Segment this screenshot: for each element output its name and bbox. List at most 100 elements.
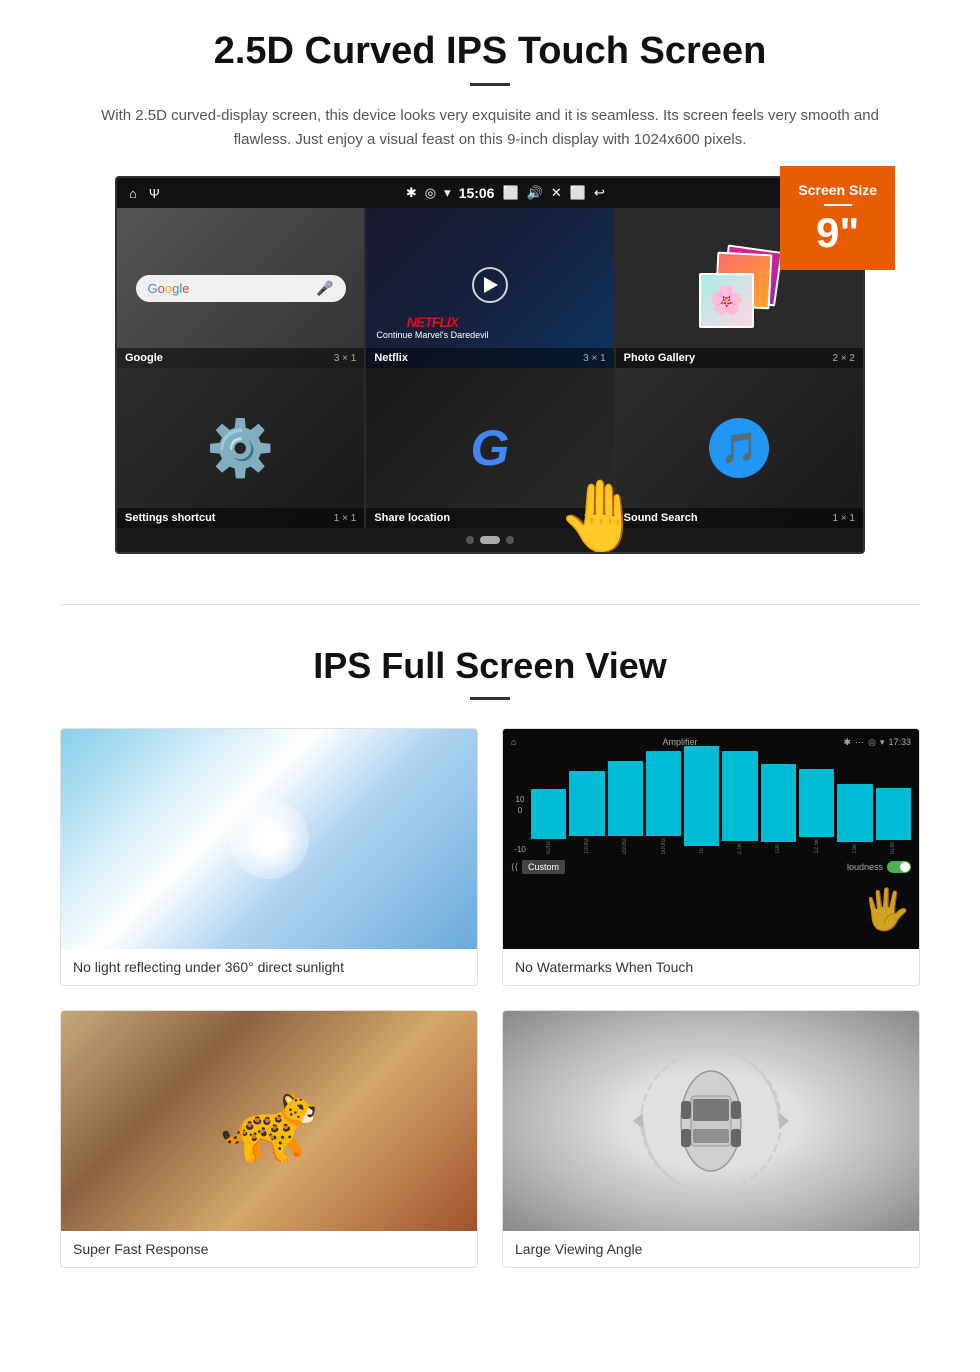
section1-description: With 2.5D curved-display screen, this de… <box>80 104 900 152</box>
badge-size: 9" <box>816 209 859 256</box>
eq-bar-8 <box>799 769 834 837</box>
settings-label-size: 1 × 1 <box>334 513 357 524</box>
eq-bar-2 <box>569 771 604 836</box>
netflix-app-cell[interactable]: NETFLIX Continue Marvel's Daredevil Netf… <box>366 208 613 368</box>
pagination-dots <box>117 528 863 552</box>
status-bar-left: ⌂ Ψ <box>129 186 160 201</box>
google-logo: Google <box>148 281 190 296</box>
close-icon[interactable]: ✕ <box>551 185 562 201</box>
eq-bar-6-label: 2.5k <box>737 843 743 854</box>
eq-bar-4-label: 500hz <box>661 838 667 854</box>
google-app-label: Google 3 × 1 <box>117 348 364 368</box>
cheetah-icon: 🐆 <box>219 1074 319 1168</box>
section-divider <box>60 604 920 605</box>
eq-bar-4-container: 500hz <box>646 751 681 854</box>
eq-bar-3-container: 200hz <box>608 761 643 854</box>
dot-2-active[interactable] <box>480 536 500 544</box>
eq-bar-5-container: 1k <box>684 746 719 854</box>
amp-dots-icon: ··· <box>855 737 864 748</box>
wifi-icon: ▾ <box>444 185 451 201</box>
google-app-inner: Google 🎤 <box>117 208 364 368</box>
eq-bar-3-label: 200hz <box>622 838 628 854</box>
eq-bar-2-label: 100hz <box>584 838 590 854</box>
amp-custom-btn[interactable]: Custom <box>522 860 565 874</box>
feature-amplifier: ⌂ Amplifier ✱ ··· ◎ ▾ 17:33 10 <box>502 728 920 986</box>
amp-screen: ⌂ Amplifier ✱ ··· ◎ ▾ 17:33 10 <box>503 729 919 949</box>
mic-icon[interactable]: 🎤 <box>316 280 333 297</box>
sound-label-size: 1 × 1 <box>832 513 855 524</box>
back-icon[interactable]: ↩ <box>594 185 605 201</box>
settings-app-cell[interactable]: ⚙️ Settings shortcut 1 × 1 <box>117 368 364 528</box>
amp-bluetooth-icon: ✱ <box>844 737 852 748</box>
settings-label-name: Settings shortcut <box>125 512 215 524</box>
window-icon[interactable]: ⬜ <box>570 185 586 201</box>
eq-bar-1 <box>531 789 566 839</box>
eq-bar-5-label: 1k <box>699 848 705 854</box>
sound-app-cell[interactable]: 🎵 Sound Search 1 × 1 <box>616 368 863 528</box>
sun-glow <box>229 799 309 879</box>
eq-bar-5 <box>684 746 719 846</box>
netflix-label-name: Netflix <box>374 352 408 364</box>
amp-time: 17:33 <box>888 737 911 748</box>
home-icon[interactable]: ⌂ <box>129 186 137 201</box>
section-ips: IPS Full Screen View No light reflecting… <box>0 635 980 1298</box>
dot-3[interactable] <box>506 536 514 544</box>
eq-bar-3 <box>608 761 643 836</box>
section2-title: IPS Full Screen View <box>60 645 920 687</box>
gallery-label-name: Photo Gallery <box>624 352 696 364</box>
gallery-photo-main: 🌸 <box>699 273 754 328</box>
eq-bar-9-label: 15k <box>852 844 858 854</box>
dot-1[interactable] <box>466 536 474 544</box>
sound-label-name: Sound Search <box>624 512 698 524</box>
share-label-name: Share location <box>374 512 450 524</box>
amp-wifi-icon: ▾ <box>880 737 885 748</box>
amp-home-icon: ⌂ <box>511 737 516 748</box>
amp-location-icon: ◎ <box>868 737 876 748</box>
feature-car: Large Viewing Angle <box>502 1010 920 1268</box>
volume-icon[interactable]: 🔊 <box>527 185 543 201</box>
netflix-play-button[interactable] <box>472 267 508 303</box>
google-app-cell[interactable]: Google 🎤 Google 3 × 1 <box>117 208 364 368</box>
amp-preset-area: ⟨⟨ Custom <box>511 860 565 874</box>
amplifier-image: ⌂ Amplifier ✱ ··· ◎ ▾ 17:33 10 <box>503 729 919 949</box>
eq-bar-10-label: SUB <box>890 842 896 854</box>
amp-loudness-label: loudness <box>847 862 883 872</box>
android-screen: ⌂ Ψ ✱ ◎ ▾ 15:06 ⬜ 🔊 ✕ ⬜ ↩ <box>115 176 865 554</box>
sunlight-image <box>61 729 477 949</box>
gallery-stack: 🌸 <box>699 248 779 328</box>
badge-divider <box>824 204 852 206</box>
eq-bar-4 <box>646 751 681 836</box>
eq-bar-10 <box>876 788 911 840</box>
google-e: e <box>182 281 189 296</box>
eq-bar-1-container: 60hz <box>531 789 566 854</box>
share-label-size: 1 × 1 <box>583 513 606 524</box>
gallery-label-size: 2 × 2 <box>832 353 855 364</box>
eq-labels-side: 10 0 -10 <box>511 795 529 854</box>
cheetah-caption: Super Fast Response <box>61 1231 477 1267</box>
car-caption: Large Viewing Angle <box>503 1231 919 1267</box>
share-app-cell[interactable]: G 🤚 Share location 1 × 1 <box>366 368 613 528</box>
netflix-content: NETFLIX Continue Marvel's Daredevil <box>366 208 613 368</box>
screen-size-badge: Screen Size 9" <box>780 166 895 270</box>
netflix-app-label: Netflix 3 × 1 <box>366 348 613 368</box>
flower-icon: 🌸 <box>709 284 744 317</box>
google-search-bar[interactable]: Google 🎤 <box>136 275 346 302</box>
eq-bars: 10 0 -10 60hz 100hz <box>511 754 911 854</box>
app-grid-row2: ⚙️ Settings shortcut 1 × 1 G 🤚 Share <box>117 368 863 528</box>
settings-app-label: Settings shortcut 1 × 1 <box>117 508 364 528</box>
eq-bar-1-label: 60hz <box>546 841 552 854</box>
amp-arrow-left[interactable]: ⟨⟨ <box>511 862 518 873</box>
camera-icon[interactable]: ⬜ <box>502 185 518 201</box>
location-icon: ◎ <box>425 185 436 201</box>
amplifier-caption: No Watermarks When Touch <box>503 949 919 985</box>
eq-bars-inner: 60hz 100hz 200hz <box>531 754 911 854</box>
title-underline <box>470 83 510 86</box>
google-label-name: Google <box>125 352 163 364</box>
music-icon: 🎵 <box>709 418 769 478</box>
eq-bar-7 <box>761 764 796 842</box>
title-underline-2 <box>470 697 510 700</box>
bluetooth-icon: ✱ <box>406 185 417 201</box>
amp-toggle-knob <box>900 862 910 872</box>
sound-app-label: Sound Search 1 × 1 <box>616 508 863 528</box>
amp-toggle-pill[interactable] <box>887 861 911 873</box>
